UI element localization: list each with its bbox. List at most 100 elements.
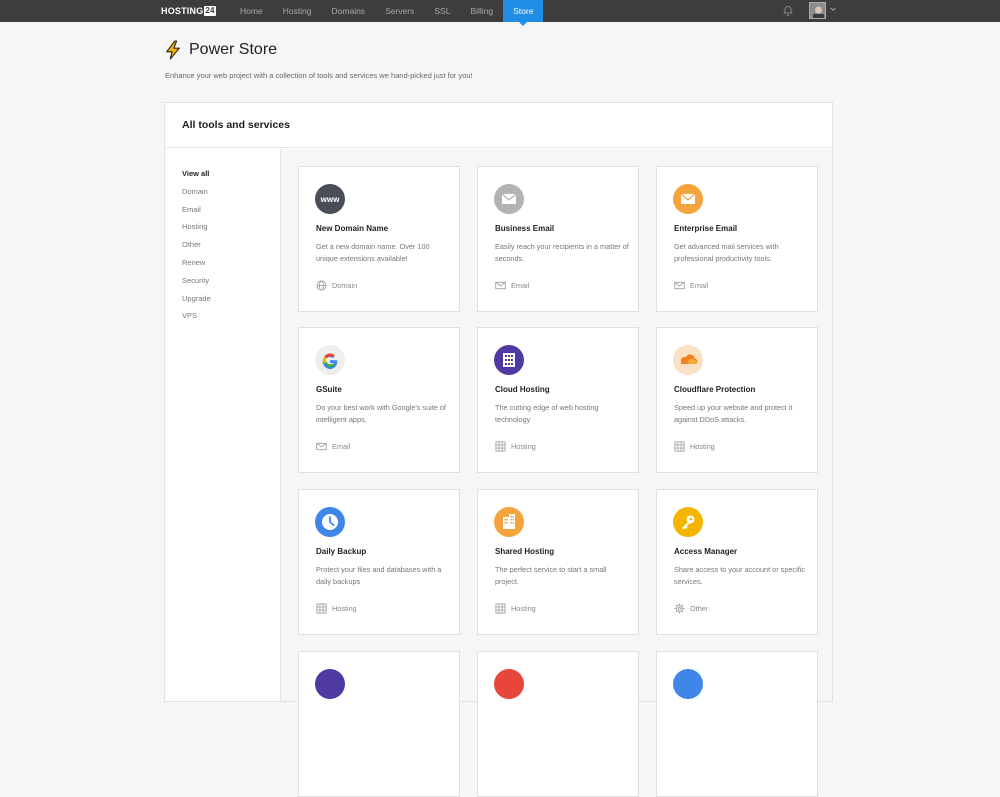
envelope-icon xyxy=(316,442,327,451)
card-description: Do your best work with Google's suite of… xyxy=(316,403,446,424)
key-icon xyxy=(673,507,703,537)
envelope-icon xyxy=(495,281,506,290)
panel-title: All tools and services xyxy=(182,119,290,131)
product-card-enterprise-email[interactable]: Enterprise Email Get advanced mail servi… xyxy=(656,166,818,312)
bell-icon[interactable] xyxy=(782,5,794,17)
product-card-business-email[interactable]: Business Email Easily reach your recipie… xyxy=(477,166,639,312)
globe-icon xyxy=(316,280,327,291)
svg-text:www: www xyxy=(320,195,340,204)
card-category-label: Hosting xyxy=(511,442,536,451)
www-icon: www xyxy=(315,184,345,214)
brand-logo[interactable]: HOSTING 24 xyxy=(161,5,216,17)
cloud-icon xyxy=(673,345,703,375)
panel-body: View all Domain Email Hosting Other Rene… xyxy=(165,149,832,797)
card-title: Enterprise Email xyxy=(674,224,738,233)
card-description: Easily reach your recipients in a matter… xyxy=(495,242,629,263)
nav-item-home[interactable]: Home xyxy=(230,0,273,22)
google-icon xyxy=(315,345,345,375)
card-description: Get advanced mail services with professi… xyxy=(674,242,779,263)
sidebar-item-domain[interactable]: Domain xyxy=(165,187,280,205)
envelope-icon xyxy=(674,281,685,290)
cards-grid: www New Domain Name Get a new domain nam… xyxy=(281,149,832,797)
product-card-shared-hosting[interactable]: Shared Hosting The perfect service to st… xyxy=(477,489,639,635)
card-title: Daily Backup xyxy=(316,547,367,556)
card-category-label: Hosting xyxy=(690,442,715,451)
sidebar-item-hosting[interactable]: Hosting xyxy=(165,222,280,240)
card-category: Hosting xyxy=(495,603,536,614)
sidebar-item-vps[interactable]: VPS xyxy=(165,311,280,329)
card-category-label: Domain xyxy=(332,281,358,290)
sidebar-item-email[interactable]: Email xyxy=(165,205,280,223)
gear-icon xyxy=(674,603,685,614)
brand-name: HOSTING xyxy=(161,6,204,16)
card-title: Business Email xyxy=(495,224,555,233)
product-card-partial[interactable] xyxy=(656,651,818,797)
card-title: Cloud Hosting xyxy=(495,385,550,394)
user-photo-icon xyxy=(810,3,825,18)
partial-icon xyxy=(315,669,345,699)
product-card-partial[interactable] xyxy=(477,651,639,797)
envelope-icon xyxy=(494,184,524,214)
server-icon xyxy=(494,345,524,375)
card-title: Access Manager xyxy=(674,547,738,556)
partial-icon xyxy=(673,669,703,699)
building-icon xyxy=(495,441,506,452)
card-description: Speed up your website and protect it aga… xyxy=(674,403,793,424)
panel-header: All tools and services xyxy=(165,103,832,148)
sidebar-item-view-all[interactable]: View all xyxy=(165,169,280,187)
card-category: Hosting xyxy=(495,441,536,452)
avatar[interactable] xyxy=(809,2,826,19)
product-card-cloud-hosting[interactable]: Cloud Hosting The cutting edge of web ho… xyxy=(477,327,639,473)
card-category: Other xyxy=(674,603,708,614)
card-title: Cloudflare Protection xyxy=(674,385,756,394)
card-title: Shared Hosting xyxy=(495,547,555,556)
sidebar-item-security[interactable]: Security xyxy=(165,276,280,294)
nav-item-ssl[interactable]: SSL xyxy=(424,0,460,22)
nav-item-domains[interactable]: Domains xyxy=(322,0,376,22)
tools-panel: All tools and services View all Domain E… xyxy=(164,102,833,797)
card-description: Share access to your account or specific… xyxy=(674,565,806,586)
product-card-partial[interactable] xyxy=(298,651,460,797)
partial-icon xyxy=(494,669,524,699)
card-title: New Domain Name xyxy=(316,224,389,233)
card-category: Email xyxy=(674,280,708,291)
card-category-label: Email xyxy=(332,442,351,451)
card-description: Protect your files and databases with a … xyxy=(316,565,442,586)
card-category-label: Email xyxy=(690,281,709,290)
building-icon xyxy=(495,603,506,614)
card-description: The cutting edge of web hosting technolo… xyxy=(495,403,599,424)
card-category-label: Hosting xyxy=(511,604,536,613)
nav-item-store[interactable]: Store xyxy=(503,0,544,26)
card-category-label: Hosting xyxy=(332,604,357,613)
brand-suffix: 24 xyxy=(204,6,216,16)
sidebar-item-upgrade[interactable]: Upgrade xyxy=(165,294,280,312)
nav-item-hosting[interactable]: Hosting xyxy=(273,0,322,22)
building-icon xyxy=(316,603,327,614)
building-icon xyxy=(674,441,685,452)
nav-item-servers[interactable]: Servers xyxy=(375,0,424,22)
sidebar-item-renew[interactable]: Renew xyxy=(165,258,280,276)
card-category: Domain xyxy=(316,280,357,291)
card-category: Hosting xyxy=(674,441,715,452)
page-title: Power Store xyxy=(189,41,278,58)
category-sidebar: View all Domain Email Hosting Other Rene… xyxy=(165,149,281,701)
card-category: Hosting xyxy=(316,603,357,614)
card-description: Get a new domain name. Over 100 unique e… xyxy=(316,242,430,263)
card-category-label: Other xyxy=(690,604,709,613)
chevron-down-icon[interactable] xyxy=(830,6,836,12)
product-card-access-manager[interactable]: Access Manager Share access to your acco… xyxy=(656,489,818,635)
card-title: GSuite xyxy=(316,385,342,394)
envelope-icon xyxy=(673,184,703,214)
card-description: The perfect service to start a small pro… xyxy=(495,565,607,586)
card-category-label: Email xyxy=(511,281,530,290)
card-category: Email xyxy=(495,280,529,291)
product-card-cloudflare[interactable]: Cloudflare Protection Speed up your webs… xyxy=(656,327,818,473)
nav-item-billing[interactable]: Billing xyxy=(460,0,503,22)
page-header: Power Store xyxy=(164,40,277,60)
sidebar-item-other[interactable]: Other xyxy=(165,240,280,258)
product-card-new-domain[interactable]: www New Domain Name Get a new domain nam… xyxy=(298,166,460,312)
product-card-daily-backup[interactable]: Daily Backup Protect your files and data… xyxy=(298,489,460,635)
clock-icon xyxy=(315,507,345,537)
main-nav: Home Hosting Domains Servers SSL Billing… xyxy=(230,0,544,26)
product-card-gsuite[interactable]: GSuite Do your best work with Google's s… xyxy=(298,327,460,473)
